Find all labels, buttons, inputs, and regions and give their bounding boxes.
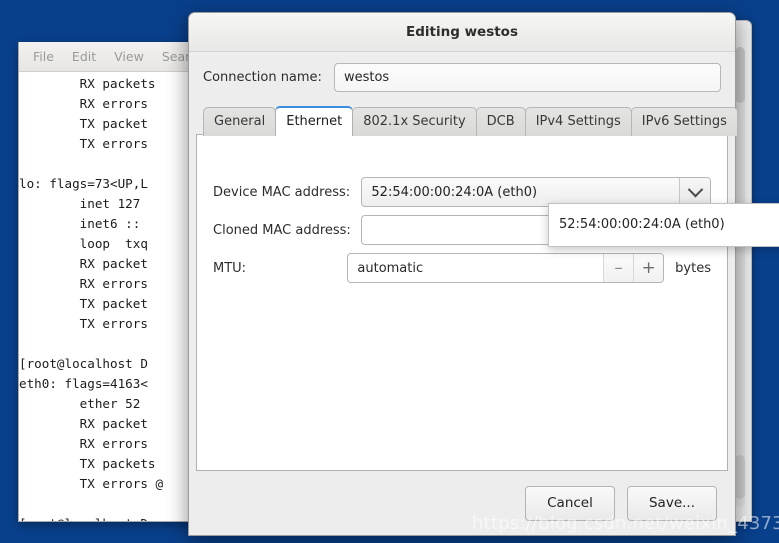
- terminal-line: inet6 ::: [19, 216, 141, 231]
- device-mac-dropdown-list[interactable]: 52:54:00:00:24:0A (eth0): [548, 203, 779, 247]
- mtu-unit-label: bytes: [675, 260, 711, 276]
- tab-8021x-security[interactable]: 802.1x Security: [352, 107, 477, 136]
- tab-ipv6-settings[interactable]: IPv6 Settings: [630, 107, 738, 136]
- mtu-value: automatic: [357, 260, 424, 276]
- dropdown-option[interactable]: 52:54:00:00:24:0A (eth0): [549, 211, 779, 238]
- terminal-line: TX packet: [19, 116, 148, 131]
- terminal-line: [root@localhost Des: [19, 514, 205, 521]
- tab-general[interactable]: General: [203, 107, 277, 136]
- tab-ipv4-settings[interactable]: IPv4 Settings: [524, 107, 632, 136]
- terminal-line: TX errors @: [19, 476, 164, 491]
- mtu-spinner[interactable]: automatic – +: [347, 253, 665, 283]
- menu-item-view[interactable]: View: [114, 49, 144, 64]
- connection-name-input[interactable]: [333, 63, 721, 92]
- mtu-increment-button[interactable]: +: [633, 254, 664, 282]
- chevron-down-icon[interactable]: [679, 178, 710, 206]
- terminal-output: RX packets RX errors TX packet TX errors…: [19, 74, 205, 521]
- terminal-line: TX errors: [19, 316, 148, 331]
- background-window-scroll-thumb[interactable]: [735, 47, 745, 103]
- device-mac-label: Device MAC address:: [213, 184, 351, 200]
- terminal-line: lo: flags=73<UP,L: [19, 176, 148, 191]
- dialog-titlebar: Editing westos: [189, 13, 735, 52]
- terminal-line: inet 127: [19, 196, 141, 211]
- cloned-mac-label: Cloned MAC address:: [213, 222, 351, 238]
- menu-item-file[interactable]: File: [33, 49, 54, 64]
- save-button[interactable]: Save...: [627, 485, 717, 521]
- ethernet-tab-panel: Device MAC address: 52:54:00:00:24:0A (e…: [196, 134, 728, 471]
- terminal-line: TX errors: [19, 136, 148, 151]
- tab-dcb[interactable]: DCB: [475, 107, 526, 136]
- terminal-menubar: File Edit View Sear: [19, 42, 205, 72]
- dialog-footer: Cancel Save...: [189, 471, 735, 535]
- tab-ethernet[interactable]: Ethernet: [275, 106, 354, 136]
- terminal-line: RX packet: [19, 416, 148, 431]
- background-window-scroll-thumb-lower[interactable]: [735, 455, 745, 499]
- terminal-line: TX packet: [19, 296, 148, 311]
- connection-name-row: Connection name:: [189, 52, 735, 96]
- terminal-line: RX errors: [19, 436, 148, 451]
- menu-item-search[interactable]: Sear: [162, 49, 190, 64]
- editing-connection-dialog: Editing westos Connection name: General …: [188, 12, 779, 536]
- connection-name-label: Connection name:: [203, 70, 322, 85]
- terminal-line: ether 52: [19, 396, 141, 411]
- terminal-line: [root@localhost D: [19, 356, 148, 371]
- terminal-line: loop txq: [19, 236, 148, 251]
- terminal-line: TX packets: [19, 456, 156, 471]
- terminal-body[interactable]: RX packets RX errors TX packet TX errors…: [19, 72, 205, 521]
- cancel-button[interactable]: Cancel: [525, 485, 615, 521]
- mtu-label: MTU:: [213, 260, 247, 276]
- mtu-decrement-button[interactable]: –: [603, 254, 634, 282]
- terminal-window[interactable]: File Edit View Sear RX packets RX errors…: [18, 42, 206, 522]
- menu-item-edit[interactable]: Edit: [72, 49, 96, 64]
- mtu-row: MTU: automatic – + bytes: [197, 253, 727, 283]
- terminal-line: RX packet: [19, 256, 148, 271]
- dialog-title: Editing westos: [406, 24, 518, 40]
- terminal-line: RX errors: [19, 276, 148, 291]
- device-mac-value: 52:54:00:00:24:0A (eth0): [371, 184, 538, 200]
- terminal-line: RX packets: [19, 76, 156, 91]
- terminal-line: RX errors: [19, 96, 148, 111]
- tab-bar: General Ethernet 802.1x Security DCB IPv…: [189, 96, 738, 136]
- terminal-line: eth0: flags=4163<: [19, 376, 148, 391]
